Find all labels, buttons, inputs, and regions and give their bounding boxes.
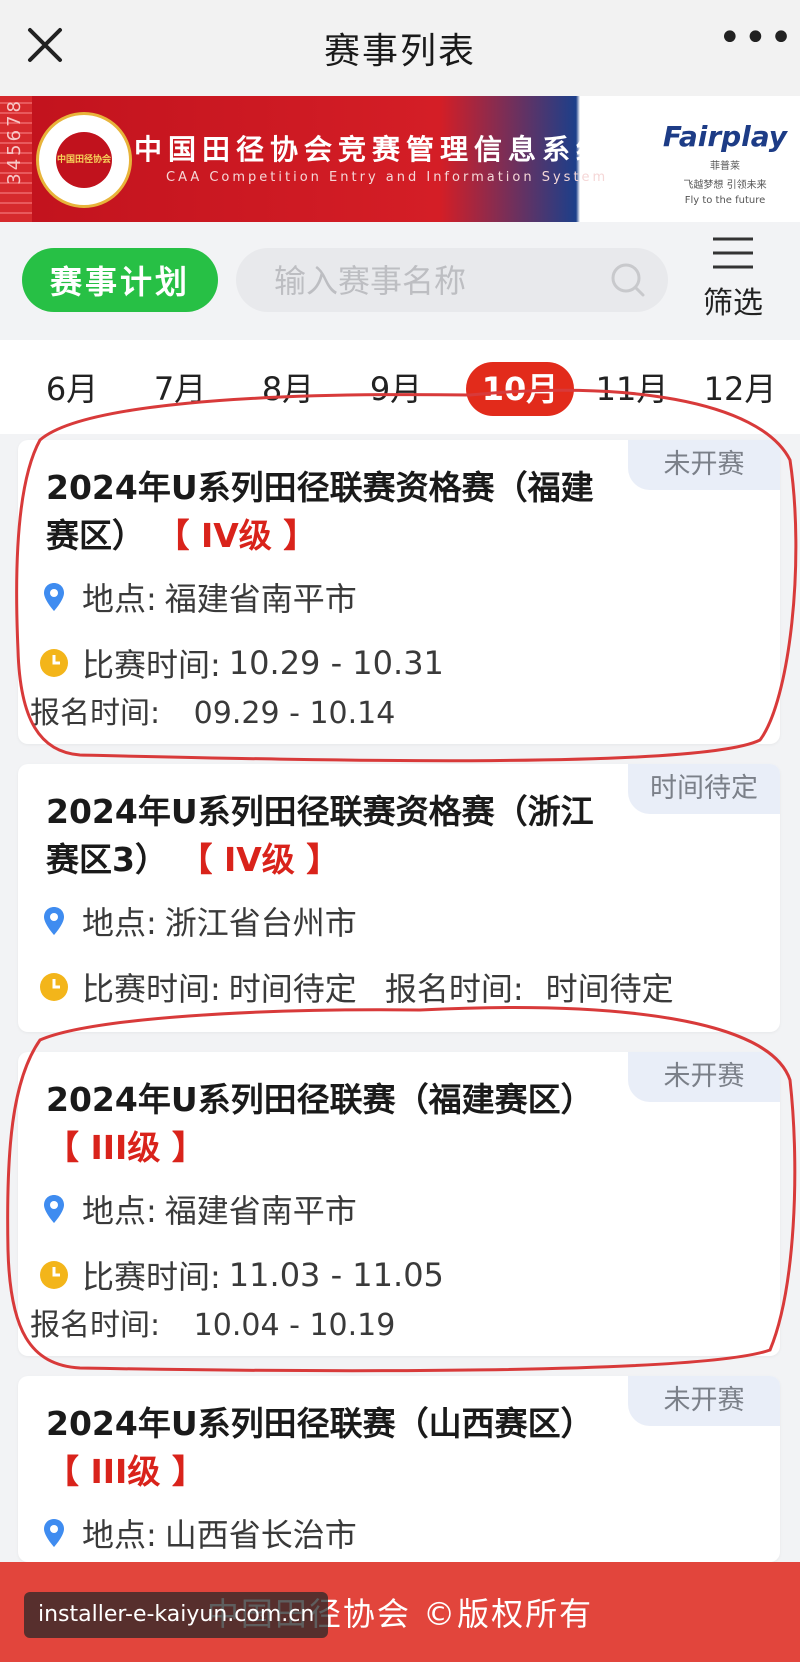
registration-row: 报名时间: 10.04 - 10.19 [30, 1300, 395, 1344]
status-badge: 未开赛 [628, 440, 780, 490]
status-badge: 未开赛 [628, 1376, 780, 1426]
location-value: 山西省长治市 [164, 1516, 357, 1554]
location-value: 福建省南平市 [164, 580, 357, 618]
tab-month-10[interactable]: 10月 [466, 362, 574, 416]
event-level: 【 IV级 】 [156, 516, 317, 555]
match-time-label: 比赛时间: [82, 1258, 221, 1296]
clock-icon [40, 1261, 68, 1289]
match-time-value: 时间待定 [228, 970, 357, 1008]
event-card[interactable]: 未开赛 2024年U系列田径联赛资格赛（福建赛区） 【 IV级 】 地点: 福建… [18, 440, 780, 744]
registration-value: 时间待定 [545, 970, 674, 1008]
location-value: 浙江省台州市 [164, 904, 357, 942]
tab-month-11[interactable]: 11月 [578, 362, 686, 416]
location-row: 地点: 福建省南平市 [38, 574, 357, 620]
search-input[interactable] [272, 248, 606, 314]
status-badge: 未开赛 [628, 1052, 780, 1102]
location-row: 地点: 山西省长治市 [38, 1510, 357, 1556]
event-title: 2024年U系列田径联赛（山西赛区） 【 III级 】 [46, 1400, 626, 1496]
more-icon[interactable]: ••• [718, 18, 793, 64]
page-title: 赛事列表 [323, 31, 476, 72]
registration-label: 报名时间: [384, 970, 524, 1008]
location-label: 地点: [82, 1192, 157, 1230]
search-row: 赛事计划 筛选 [0, 222, 800, 340]
location-pin-icon [44, 1519, 64, 1547]
event-title-text: 2024年U系列田径联赛资格赛（福建赛区） [46, 468, 594, 555]
registration-label: 报名时间: [30, 1308, 161, 1343]
watermark: installer-e-kaiyun.com.cn [24, 1592, 329, 1638]
location-label: 地点: [82, 1516, 157, 1554]
header-banner: 345678 中国田径协会 中国田径协会竞赛管理信息系统 CAA Competi… [0, 96, 800, 222]
search-box[interactable] [236, 248, 668, 314]
event-title-text: 2024年U系列田径联赛（山西赛区） [46, 1404, 594, 1443]
location-pin-icon [44, 583, 64, 611]
clock-icon [40, 649, 68, 677]
search-icon[interactable] [610, 262, 646, 298]
location-row: 地点: 浙江省台州市 [38, 898, 357, 944]
partner-cn: 菲普莱 [710, 161, 740, 172]
close-icon[interactable] [22, 22, 68, 68]
event-card[interactable]: 时间待定 2024年U系列田径联赛资格赛（浙江赛区3） 【 IV级 】 地点: … [18, 764, 780, 1032]
match-time-row: 比赛时间: 10.29 - 10.31 [38, 640, 444, 686]
registration-row: 报名时间: 09.29 - 10.14 [30, 688, 395, 732]
location-pin-icon [44, 1195, 64, 1223]
match-time-value: 10.29 - 10.31 [228, 644, 444, 682]
match-time-label: 比赛时间: [82, 646, 221, 684]
event-card[interactable]: 未开赛 2024年U系列田径联赛（山西赛区） 【 III级 】 地点: 山西省长… [18, 1376, 780, 1562]
menu-icon [713, 237, 753, 269]
event-title-text: 2024年U系列田径联赛（福建赛区） [46, 1080, 594, 1119]
event-level: 【 III级 】 [46, 1128, 205, 1167]
banner-title-cn: 中国田径协会竞赛管理信息系统 [134, 133, 611, 166]
event-card[interactable]: 未开赛 2024年U系列田径联赛（福建赛区） 【 III级 】 地点: 福建省南… [18, 1052, 780, 1356]
tab-month-6[interactable]: 6月 [18, 362, 126, 416]
registration-value: 09.29 - 10.14 [193, 696, 396, 731]
registration-value: 10.04 - 10.19 [193, 1308, 396, 1343]
event-level: 【 III级 】 [46, 1452, 205, 1491]
event-plan-button[interactable]: 赛事计划 [22, 248, 218, 312]
partner-tag-en: Fly to the future [684, 195, 766, 206]
match-time-row: 比赛时间: 11.03 - 11.05 [38, 1252, 444, 1298]
registration-label: 报名时间: [30, 696, 161, 731]
event-level: 【 IV级 】 [179, 840, 340, 879]
location-label: 地点: [82, 904, 157, 942]
clock-icon [40, 973, 68, 1001]
tab-month-8[interactable]: 8月 [234, 362, 342, 416]
location-row: 地点: 福建省南平市 [38, 1186, 357, 1232]
event-title: 2024年U系列田径联赛资格赛（浙江赛区3） 【 IV级 】 [46, 788, 626, 884]
partner-logo: Fairplay 菲普莱 飞越梦想 引领未来 Fly to the future [660, 120, 790, 206]
event-title: 2024年U系列田径联赛资格赛（福建赛区） 【 IV级 】 [46, 464, 626, 560]
match-time-value: 11.03 - 11.05 [228, 1256, 444, 1294]
partner-brand: Fairplay [662, 120, 788, 153]
location-label: 地点: [82, 580, 157, 618]
month-tabs: 6月 7月 8月 9月 10月 11月 12月 [0, 340, 800, 434]
filter-label: 筛选 [703, 286, 763, 321]
lane-numbers: 345678 [4, 98, 25, 185]
banner-title-en: CAA Competition Entry and Information Sy… [166, 170, 609, 185]
time-row: 比赛时间: 时间待定 报名时间: 时间待定 [38, 964, 674, 1010]
location-value: 福建省南平市 [164, 1192, 357, 1230]
tab-month-7[interactable]: 7月 [126, 362, 234, 416]
event-title: 2024年U系列田径联赛（福建赛区） 【 III级 】 [46, 1076, 626, 1172]
location-pin-icon [44, 907, 64, 935]
partner-tag: 飞越梦想 引领未来 [683, 180, 767, 191]
match-time-label: 比赛时间: [82, 970, 221, 1008]
top-bar: 赛事列表 ••• [0, 0, 800, 96]
association-logo-text: 中国田径协会 [56, 132, 112, 188]
filter-button[interactable]: 筛选 [690, 236, 776, 322]
association-logo: 中国田径协会 [36, 112, 132, 208]
tab-month-12[interactable]: 12月 [686, 362, 794, 416]
tab-month-9[interactable]: 9月 [342, 362, 450, 416]
status-badge: 时间待定 [628, 764, 780, 814]
